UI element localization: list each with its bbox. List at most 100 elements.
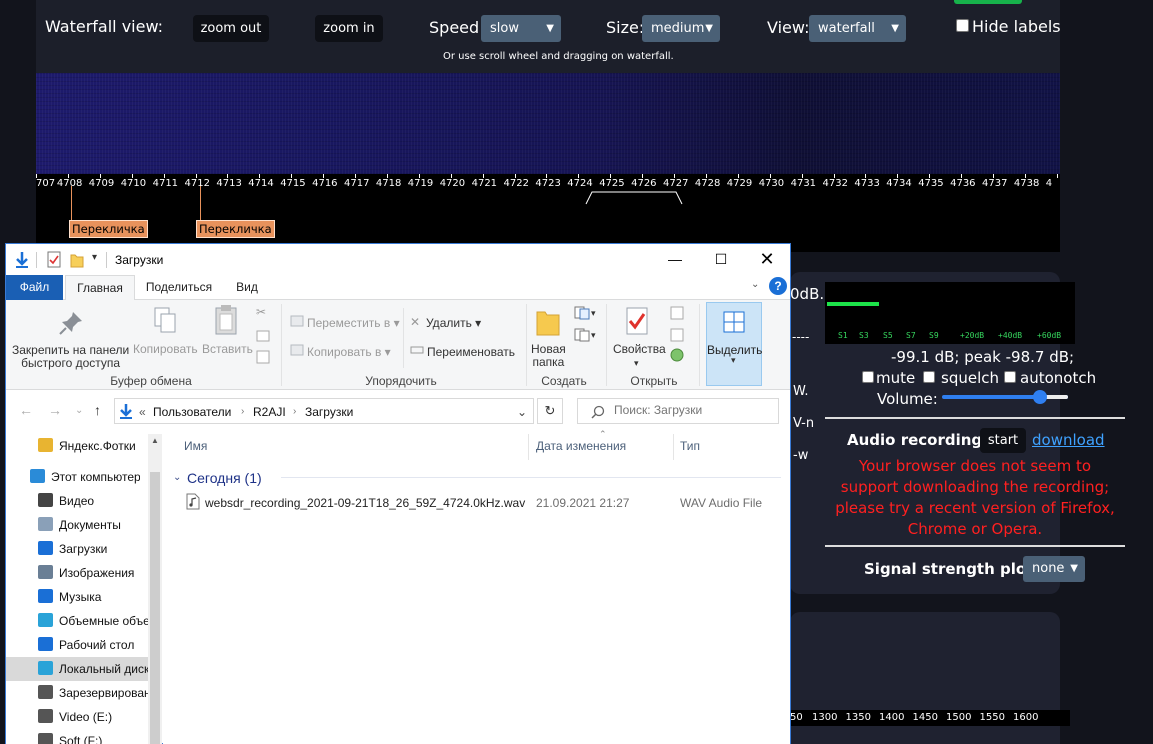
zoom-in-button[interactable]: zoom in: [315, 15, 383, 42]
tab-file[interactable]: Файл: [6, 275, 63, 300]
column-separator[interactable]: [673, 434, 674, 460]
paste-shortcut-icon[interactable]: [256, 350, 270, 364]
size-select[interactable]: medium ▼: [642, 15, 720, 42]
download-link[interactable]: download: [1032, 431, 1105, 449]
group-header-today[interactable]: Сегодня (1): [187, 470, 262, 486]
yandex-photos-icon: [38, 438, 53, 452]
signal-meter-label: +20dB: [960, 331, 985, 340]
copy-button[interactable]: Копировать: [133, 343, 198, 356]
sidebar-item[interactable]: Video (E:): [6, 705, 148, 729]
rename-button[interactable]: Переименовать: [427, 346, 515, 359]
back-arrow-icon[interactable]: ←: [19, 402, 33, 418]
paste-icon: [215, 305, 237, 335]
collapse-ribbon-icon[interactable]: ⌄: [751, 279, 759, 290]
address-box[interactable]: « Пользователи › R2AJI › Загрузки ⌄: [114, 398, 534, 424]
frequency-tick-label: 4718: [375, 178, 402, 189]
sidebar-item[interactable]: Видео: [6, 489, 148, 513]
up-arrow-icon[interactable]: ↑: [94, 402, 101, 418]
recording-start-button[interactable]: start: [980, 428, 1026, 453]
sidebar-item[interactable]: Яндекс.Фотки: [6, 434, 148, 458]
marker-label[interactable]: Перекличка: [69, 220, 148, 238]
delete-button[interactable]: Удалить ▾: [426, 317, 481, 330]
tab-home[interactable]: Главная: [65, 275, 135, 301]
breadcrumb-item[interactable]: R2AJI: [253, 405, 286, 419]
frequency-scale[interactable]: 707 4708 4709 4710 4711 4712 4713 4714 4715 4716 4…: [36, 174, 1060, 252]
title-bar[interactable]: ▾ Загрузки — ☐ ✕: [6, 244, 790, 275]
open-icon[interactable]: [670, 306, 684, 320]
address-dropdown-icon[interactable]: ⌄: [517, 405, 527, 419]
spectrum-scale-label: 1300: [812, 712, 838, 723]
drive-icon: [38, 685, 53, 699]
copy-to-button[interactable]: Копировать в ▾: [307, 346, 391, 359]
history-icon[interactable]: [670, 348, 684, 362]
local-disk-icon: [38, 661, 53, 675]
autonotch-checkbox[interactable]: [1004, 371, 1016, 383]
signal-plot-label: Signal strength plot:: [864, 560, 1040, 578]
hide-labels-checkbox[interactable]: [956, 19, 969, 32]
breadcrumb-item[interactable]: Загрузки: [305, 405, 353, 419]
nav-scrollbar-thumb[interactable]: [150, 472, 160, 744]
sidebar-item[interactable]: Этот компьютер: [0, 465, 140, 489]
paste-button[interactable]: Вставить: [202, 343, 253, 356]
explorer-window[interactable]: ▾ Загрузки — ☐ ✕ Файл Главная Поделиться…: [5, 243, 791, 744]
new-item-icon[interactable]: [574, 306, 590, 320]
documents-folder-icon: [38, 517, 53, 531]
recent-dropdown-icon[interactable]: ⌄: [75, 405, 83, 416]
column-separator[interactable]: [528, 434, 529, 460]
desktop-folder-icon: [38, 637, 53, 651]
speed-select[interactable]: slow ▼: [481, 15, 561, 42]
mute-checkbox[interactable]: [862, 371, 874, 383]
marker-label[interactable]: Перекличка: [196, 220, 275, 238]
tab-share[interactable]: Поделиться: [139, 275, 219, 300]
sidebar-item[interactable]: Локальный диск: [6, 657, 148, 681]
tab-view[interactable]: Вид: [227, 275, 267, 300]
properties-icon[interactable]: [47, 251, 61, 268]
signal-plot-select[interactable]: none ▼: [1023, 556, 1085, 582]
new-folder-button[interactable]: Новая папка: [531, 343, 566, 369]
search-input[interactable]: [614, 403, 774, 417]
quick-access-dropdown-icon[interactable]: ▾: [92, 252, 97, 263]
refresh-button[interactable]: ↻: [537, 398, 563, 424]
sidebar-item[interactable]: Музыка: [6, 585, 148, 609]
column-header-type[interactable]: Тип: [680, 439, 700, 453]
scroll-up-icon[interactable]: ▲: [151, 436, 159, 445]
cut-icon[interactable]: ✂: [256, 306, 266, 319]
sidebar-item[interactable]: Soft (F:): [6, 729, 148, 744]
view-select[interactable]: waterfall ▼: [809, 15, 906, 42]
squelch-checkbox[interactable]: [923, 371, 935, 383]
column-header-date[interactable]: Дата изменения: [536, 439, 626, 453]
breadcrumb-overflow-icon[interactable]: «: [139, 405, 146, 419]
select-button[interactable]: Выделить ▾: [706, 302, 762, 386]
sidebar-item[interactable]: Объемные объекты: [6, 609, 148, 633]
sidebar-item[interactable]: Зарезервировано: [6, 681, 148, 705]
waterfall-display[interactable]: [36, 73, 1060, 174]
ribbon-home: Закрепить на панели быстрого доступа Коп…: [6, 300, 790, 390]
close-button[interactable]: ✕: [744, 244, 790, 275]
help-icon[interactable]: ?: [769, 277, 787, 295]
sidebar-item[interactable]: Документы: [6, 513, 148, 537]
sidebar-item[interactable]: Изображения: [6, 561, 148, 585]
frequency-tick-label: 4737: [982, 178, 1008, 189]
move-to-button[interactable]: Переместить в ▾: [307, 317, 400, 330]
properties-button[interactable]: Свойства: [613, 343, 666, 356]
new-folder-icon[interactable]: [70, 251, 84, 268]
copy-path-icon[interactable]: [256, 330, 270, 342]
group-collapse-icon[interactable]: ⌄: [173, 472, 181, 483]
search-box[interactable]: [577, 398, 779, 424]
frequency-tick-label: 4733: [854, 178, 880, 189]
sidebar-item-label: Яндекс.Фотки: [59, 439, 136, 453]
maximize-button[interactable]: ☐: [698, 244, 744, 275]
passband-indicator[interactable]: [584, 190, 684, 206]
column-header-name[interactable]: Имя: [184, 439, 207, 453]
chevron-down-icon: ▼: [891, 23, 899, 34]
zoom-out-button[interactable]: zoom out: [193, 15, 269, 42]
pin-quick-access-button[interactable]: Закрепить на панели быстрого доступа: [12, 344, 129, 370]
sidebar-item[interactable]: Загрузки: [6, 537, 148, 561]
ribbon-tabs: Файл Главная Поделиться Вид ⌄ ?: [6, 275, 790, 301]
forward-arrow-icon[interactable]: →: [48, 402, 62, 418]
breadcrumb-item[interactable]: Пользователи: [153, 405, 231, 419]
minimize-button[interactable]: —: [652, 244, 698, 275]
easy-access-icon[interactable]: [574, 328, 590, 342]
sidebar-item[interactable]: Рабочий стол: [6, 633, 148, 657]
edit-icon[interactable]: [670, 328, 684, 342]
